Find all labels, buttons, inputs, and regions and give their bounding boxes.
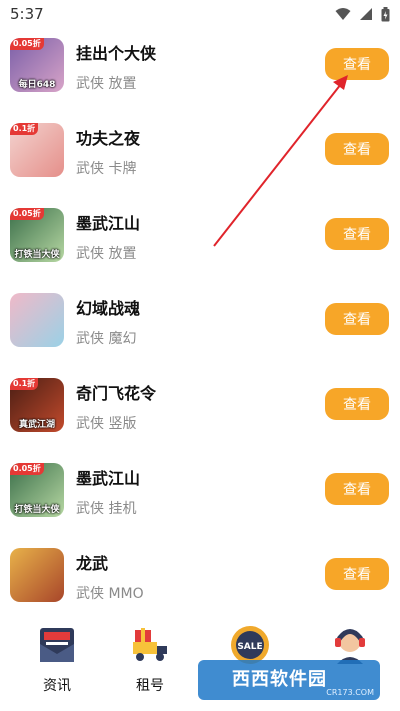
watermark-text: 西西软件园 <box>232 669 327 690</box>
news-icon <box>40 628 74 662</box>
game-row[interactable]: 0.1折 功夫之夜 武侠 卡牌 查看 <box>0 113 400 198</box>
status-time: 5:37 <box>10 5 44 23</box>
game-title[interactable]: 龙武 <box>76 550 108 574</box>
discount-badge: 0.05折 <box>10 208 44 220</box>
discount-badge: 0.05折 <box>10 463 44 475</box>
game-thumbnail[interactable]: 0.1折 <box>10 123 64 177</box>
game-tags: 武侠 放置 <box>76 76 137 92</box>
svg-text:SALE: SALE <box>237 642 262 652</box>
thumbnail-caption: 每日648 <box>18 80 56 90</box>
view-button[interactable]: 查看 <box>325 388 389 420</box>
game-tags: 武侠 MMO <box>76 586 144 602</box>
game-art <box>10 548 64 602</box>
game-tags: 武侠 放置 <box>76 246 137 262</box>
game-title[interactable]: 墨武江山 <box>76 465 140 489</box>
nav-label: 租号 <box>136 678 164 694</box>
discount-badge: 0.05折 <box>10 38 44 50</box>
game-tags: 武侠 魔幻 <box>76 331 137 347</box>
status-icons <box>335 6 390 22</box>
game-tags: 武侠 挂机 <box>76 501 137 517</box>
view-button[interactable]: 查看 <box>325 133 389 165</box>
gift-truck-icon <box>133 628 167 661</box>
game-row[interactable]: 0.05折 每日648 挂出个大侠 武侠 放置 查看 <box>0 28 400 113</box>
discount-badge: 0.1折 <box>10 123 39 135</box>
game-thumbnail[interactable]: 0.05折 每日648 <box>10 38 64 92</box>
signal-icon <box>360 8 372 20</box>
game-art <box>10 293 64 347</box>
game-thumbnail[interactable] <box>10 548 64 602</box>
thumbnail-caption: 打铁当大侠 <box>14 505 60 515</box>
thumbnail-caption: 真武江湖 <box>18 420 55 430</box>
game-tags: 武侠 竖版 <box>76 416 137 432</box>
game-row[interactable]: 幻域战魂 武侠 魔幻 查看 <box>0 283 400 368</box>
thumbnail-caption: 打铁当大侠 <box>14 250 60 260</box>
game-tags: 武侠 卡牌 <box>76 161 137 177</box>
game-title[interactable]: 挂出个大侠 <box>76 40 156 64</box>
view-button[interactable]: 查看 <box>325 218 389 250</box>
battery-icon <box>381 6 390 21</box>
discount-badge: 0.1折 <box>10 378 39 390</box>
view-button[interactable]: 查看 <box>325 473 389 505</box>
game-title[interactable]: 幻域战魂 <box>76 295 140 319</box>
view-button[interactable]: 查看 <box>325 303 389 335</box>
game-row[interactable]: 0.1折 真武江湖 奇门飞花令 武侠 竖版 查看 <box>0 368 400 453</box>
nav-label: 资讯 <box>43 678 71 694</box>
view-button[interactable]: 查看 <box>325 48 389 80</box>
wifi-icon <box>335 8 351 20</box>
nav-item-news[interactable]: 资讯 <box>22 616 92 711</box>
game-row[interactable]: 0.05折 打铁当大侠 墨武江山 武侠 挂机 查看 <box>0 453 400 538</box>
status-bar: 5:37 <box>0 0 400 28</box>
game-thumbnail[interactable] <box>10 293 64 347</box>
game-title[interactable]: 墨武江山 <box>76 210 140 234</box>
game-row[interactable]: 龙武 武侠 MMO 查看 <box>0 538 400 623</box>
game-list: 0.05折 每日648 挂出个大侠 武侠 放置 查看 0.1折 功夫之夜 武侠 … <box>0 28 400 623</box>
nav-item-rent-account[interactable]: 租号 <box>115 616 185 711</box>
game-title[interactable]: 奇门飞花令 <box>76 380 156 404</box>
game-title[interactable]: 功夫之夜 <box>76 125 140 149</box>
view-button[interactable]: 查看 <box>325 558 389 590</box>
watermark-logo: 西西软件园 CR173.COM <box>198 660 380 700</box>
watermark-sub: CR173.COM <box>326 688 374 697</box>
game-thumbnail[interactable]: 0.05折 打铁当大侠 <box>10 208 64 262</box>
game-thumbnail[interactable]: 0.05折 打铁当大侠 <box>10 463 64 517</box>
game-thumbnail[interactable]: 0.1折 真武江湖 <box>10 378 64 432</box>
game-row[interactable]: 0.05折 打铁当大侠 墨武江山 武侠 放置 查看 <box>0 198 400 283</box>
